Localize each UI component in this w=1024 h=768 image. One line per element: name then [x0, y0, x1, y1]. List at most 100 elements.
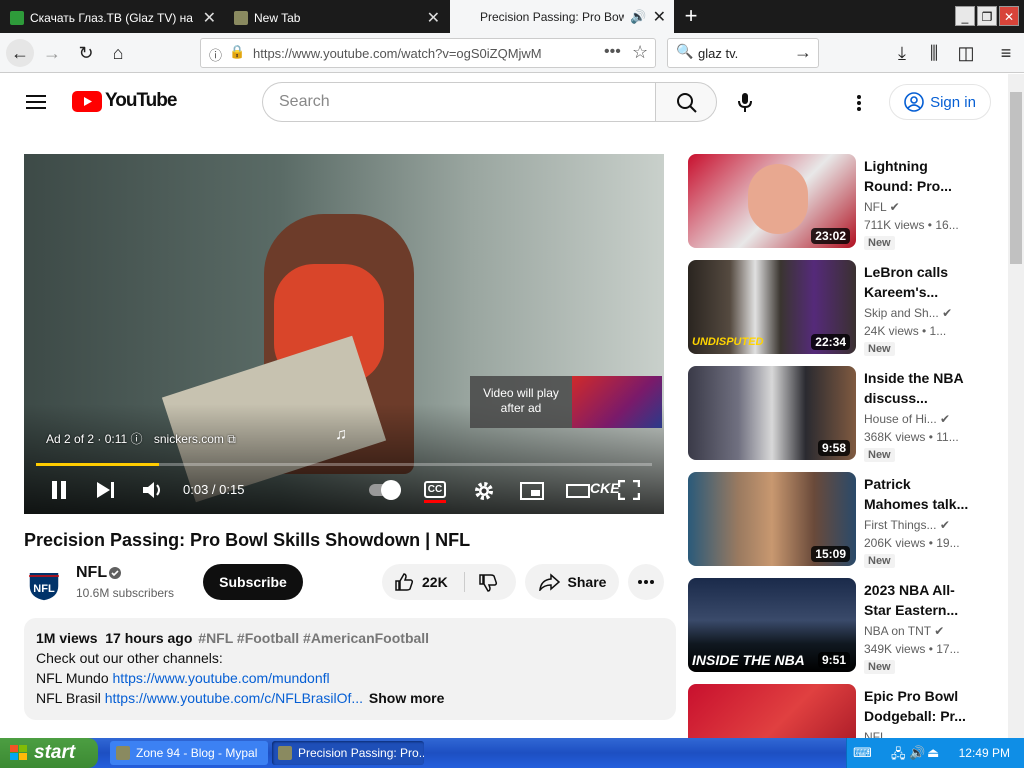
keyboard-icon[interactable]: ⌨	[853, 745, 872, 761]
taskbar-item-youtube[interactable]: Precision Passing: Pro...	[272, 741, 424, 765]
back-button[interactable]: ←	[6, 39, 34, 67]
menu-icon[interactable]: ≡	[992, 39, 1020, 67]
video-thumbnail[interactable]: 9:58	[688, 366, 856, 460]
downloads-icon[interactable]: ⤓	[888, 39, 916, 67]
browser-tab-youtube[interactable]: Precision Passing: Pro Bowl Ski 🔊 ✕	[450, 0, 674, 33]
safely-remove-icon[interactable]: ⏏	[927, 745, 939, 761]
home-button[interactable]: ⌂	[104, 39, 132, 67]
start-button[interactable]: start	[0, 738, 98, 768]
miniplayer-icon[interactable]	[520, 482, 544, 500]
recommended-title[interactable]: Patrick Mahomes talk...	[864, 474, 970, 514]
theater-mode-icon[interactable]	[566, 482, 590, 500]
show-more-button[interactable]: Show more	[369, 690, 444, 706]
youtube-logo[interactable]: YouTube	[72, 90, 177, 112]
search-bar[interactable]: 🔍 glaz tv. →	[667, 38, 819, 68]
speaker-icon[interactable]: 🔊	[630, 9, 646, 25]
info-icon[interactable]: ⓘ	[131, 432, 146, 446]
speaker-tray-icon[interactable]: 🔊	[909, 745, 925, 761]
search-placeholder: Search	[279, 93, 330, 110]
recommended-channel[interactable]: First Things... ✔	[864, 518, 974, 532]
like-count[interactable]: 22K	[422, 574, 448, 590]
settings-gear-icon[interactable]	[473, 480, 495, 502]
recommended-channel[interactable]: Skip and Sh... ✔	[864, 306, 974, 320]
search-button[interactable]	[655, 82, 717, 122]
next-video-preview[interactable]	[572, 376, 662, 428]
captions-button[interactable]: CC	[424, 481, 446, 498]
address-bar[interactable]: ⓘ 🔒 https://www.youtube.com/watch?v=ogS0…	[200, 38, 656, 68]
video-thumbnail[interactable]	[688, 684, 856, 738]
search-query[interactable]: glaz tv.	[698, 46, 738, 61]
recommended-title[interactable]: Epic Pro Bowl Dodgeball: Pr...	[864, 686, 970, 726]
video-thumbnail[interactable]: INSIDE THE NBA 9:51	[688, 578, 856, 672]
external-link-icon[interactable]: ⧉	[227, 432, 236, 446]
recommended-video[interactable]: 23:02 Lightning Round: Pro... NFL ✔ 711K…	[688, 154, 988, 250]
sidebar-icon[interactable]: ◫	[952, 39, 980, 67]
more-options-icon[interactable]	[856, 94, 862, 112]
minimize-button[interactable]: _	[955, 6, 975, 26]
recommended-channel[interactable]: NFL	[864, 730, 974, 738]
recommended-title[interactable]: 2023 NBA All-Star Eastern...	[864, 580, 970, 620]
close-window-button[interactable]: ✕	[999, 6, 1019, 26]
subscribe-button[interactable]: Subscribe	[203, 564, 303, 600]
page-actions-icon[interactable]: •••	[604, 43, 621, 61]
recommended-channel[interactable]: House of Hi... ✔	[864, 412, 974, 426]
video-thumbnail[interactable]: 15:09	[688, 472, 856, 566]
reload-button[interactable]: ↻	[72, 39, 100, 67]
recommended-channel[interactable]: NBA on TNT ✔	[864, 624, 974, 638]
restore-button[interactable]: ❐	[977, 6, 997, 26]
svg-text:NFL: NFL	[33, 583, 55, 595]
recommended-video[interactable]: INSIDE THE NBA 9:51 2023 NBA All-Star Ea…	[688, 578, 988, 674]
thumbs-down-icon[interactable]	[478, 573, 498, 593]
browser-tab-new-tab[interactable]: New Tab ✕	[226, 2, 448, 33]
nfl-brasil-link[interactable]: https://www.youtube.com/c/NFLBrasilOf...	[105, 690, 363, 706]
url-text[interactable]: https://www.youtube.com/watch?v=ogS0iZQM…	[253, 46, 542, 61]
hamburger-menu-icon[interactable]	[26, 94, 46, 110]
network-icon[interactable]: 🖧	[891, 745, 906, 767]
recommended-title[interactable]: LeBron calls Kareem's...	[864, 262, 970, 302]
browser-tab-glaz-tv[interactable]: Скачать Глаз.ТВ (Glaz TV) на ру ✕	[2, 2, 224, 33]
forward-button[interactable]: →	[38, 39, 66, 67]
tab-title: New Tab	[254, 10, 301, 25]
recommended-title[interactable]: Inside the NBA discuss...	[864, 368, 970, 408]
nfl-mundo-link[interactable]: https://www.youtube.com/mundonfl	[113, 670, 330, 686]
video-thumbnail[interactable]: UNDISPUTED 22:34	[688, 260, 856, 354]
video-player[interactable]: Ad 2 of 2 · 0:11 ⓘ snickers.com ⧉ ♫ Vide…	[24, 154, 664, 514]
lock-icon: 🔒	[229, 44, 246, 59]
share-button[interactable]: Share	[525, 564, 619, 600]
video-thumbnail[interactable]: 23:02	[688, 154, 856, 248]
hashtags[interactable]: #NFL #Football #AmericanFootball	[198, 630, 429, 646]
more-actions-button[interactable]	[628, 564, 664, 600]
verified-badge-icon: ✔	[939, 518, 950, 532]
microphone-icon[interactable]	[737, 92, 753, 114]
sign-in-button[interactable]: Sign in	[889, 84, 991, 120]
thumbs-up-icon[interactable]	[394, 572, 414, 592]
pause-icon[interactable]	[50, 480, 68, 500]
recommended-video[interactable]: 9:58 Inside the NBA discuss... House of …	[688, 366, 988, 462]
close-tab-icon[interactable]: ✕	[427, 8, 440, 28]
library-icon[interactable]: ⫼	[920, 39, 948, 67]
info-icon[interactable]: ⓘ	[209, 45, 222, 64]
channel-name[interactable]: NFL	[76, 564, 107, 582]
recommended-video[interactable]: Epic Pro Bowl Dodgeball: Pr... NFL	[688, 684, 988, 738]
sign-in-label: Sign in	[930, 93, 976, 111]
fullscreen-icon[interactable]	[618, 480, 640, 500]
video-description[interactable]: 1M views 17 hours ago #NFL #Football #Am…	[24, 618, 676, 720]
search-input[interactable]: Search	[262, 82, 656, 122]
search-go-icon[interactable]: →	[794, 42, 812, 63]
bookmark-star-icon[interactable]: ☆	[632, 42, 648, 63]
new-tab-button[interactable]: +	[678, 4, 704, 30]
taskbar-item-mypal[interactable]: Zone 94 - Blog - Mypal	[110, 741, 268, 765]
close-tab-icon[interactable]: ✕	[203, 8, 216, 28]
ad-site-link[interactable]: snickers.com	[154, 432, 224, 446]
volume-icon[interactable]	[142, 480, 164, 500]
search-engine-icon[interactable]: 🔍	[676, 43, 693, 60]
recommended-channel[interactable]: NFL ✔	[864, 200, 974, 214]
recommended-video[interactable]: UNDISPUTED 22:34 LeBron calls Kareem's..…	[688, 260, 988, 356]
captions-active-indicator	[424, 500, 446, 503]
next-icon[interactable]	[96, 481, 116, 499]
nfl-channel-avatar[interactable]: NFL	[26, 562, 62, 602]
scrollbar-thumb[interactable]	[1010, 92, 1022, 264]
close-tab-icon[interactable]: ✕	[653, 7, 666, 27]
recommended-video[interactable]: 15:09 Patrick Mahomes talk... First Thin…	[688, 472, 988, 568]
recommended-title[interactable]: Lightning Round: Pro...	[864, 156, 970, 196]
